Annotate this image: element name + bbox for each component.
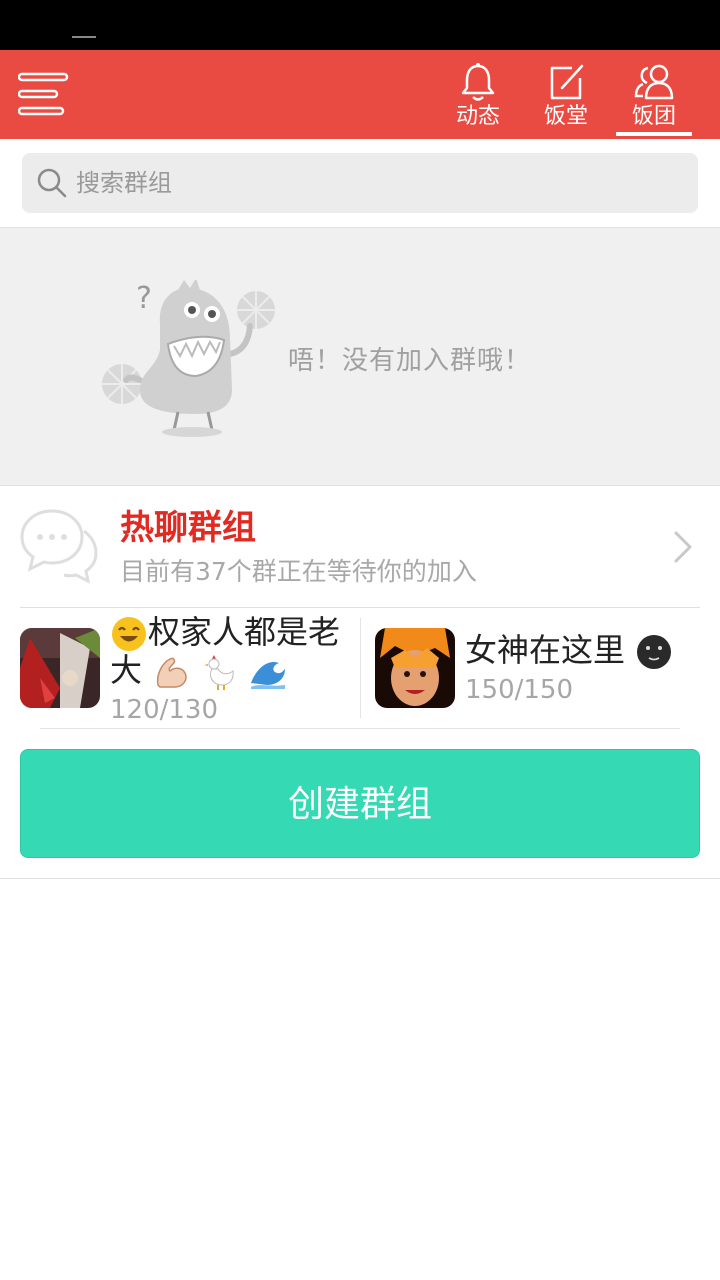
group-member-count: 120/130 [110,695,219,725]
divider [40,728,680,729]
empty-message: 唔！没有加入群哦！ [288,346,532,376]
status-bar [0,0,720,50]
tab-label: 饭团 [631,104,676,129]
tab-dongtai[interactable]: 动态 [438,50,518,139]
group-list: 权家人都是老 大 120/130 女神在这里 150/150 [0,608,720,728]
edit-icon [550,64,584,100]
chat-bubbles-icon [20,509,98,584]
new-moon-face-emoji-icon [637,635,672,669]
flexed-biceps-emoji-icon [157,657,187,688]
menu-icon [18,72,69,116]
group-name-line2: 大 [110,650,287,691]
chicken-emoji-icon [204,655,235,690]
tab-label: 动态 [455,104,500,129]
bell-icon [461,63,495,101]
users-icon [634,64,674,100]
top-navigation-bar: 动态 饭堂 饭团 [0,50,720,139]
column-divider [360,618,361,718]
search-input[interactable]: 搜索群组 [22,153,698,213]
status-indicator [72,36,96,38]
hot-groups-title: 热聊群组 [120,508,256,548]
monster-mascot-icon: ? [102,280,275,437]
group-name: 权家人都是老 [110,612,340,653]
search-section: 搜索群组 [0,139,720,228]
water-wave-emoji-icon [250,661,285,689]
group-avatar [20,628,100,708]
menu-button[interactable] [18,72,70,116]
group-avatar [375,628,455,708]
svg-text:?: ? [136,281,152,316]
search-placeholder: 搜索群组 [76,169,172,197]
tab-label: 饭堂 [543,104,588,129]
search-icon [37,168,67,198]
group-member-count: 150/150 [465,675,574,705]
tab-fantuan[interactable]: 饭团 [614,50,694,139]
active-tab-indicator [616,132,692,136]
empty-state: ? 唔！没有加入群哦！ [0,228,720,486]
hot-groups-subtitle: 目前有37个群正在等待你的加入 [120,557,477,586]
hot-groups-row[interactable]: 热聊群组 目前有37个群正在等待你的加入 [0,487,720,607]
chevron-right-icon [674,531,692,563]
group-item[interactable]: 女神在这里 150/150 [375,608,705,728]
grinning-emoji-icon [112,617,146,651]
create-group-button[interactable]: 创建群组 [20,749,700,858]
tab-fantang[interactable]: 饭堂 [526,50,606,139]
divider [0,878,720,879]
group-name: 女神在这里 [465,630,673,671]
group-item[interactable]: 权家人都是老 大 120/130 [20,608,350,728]
